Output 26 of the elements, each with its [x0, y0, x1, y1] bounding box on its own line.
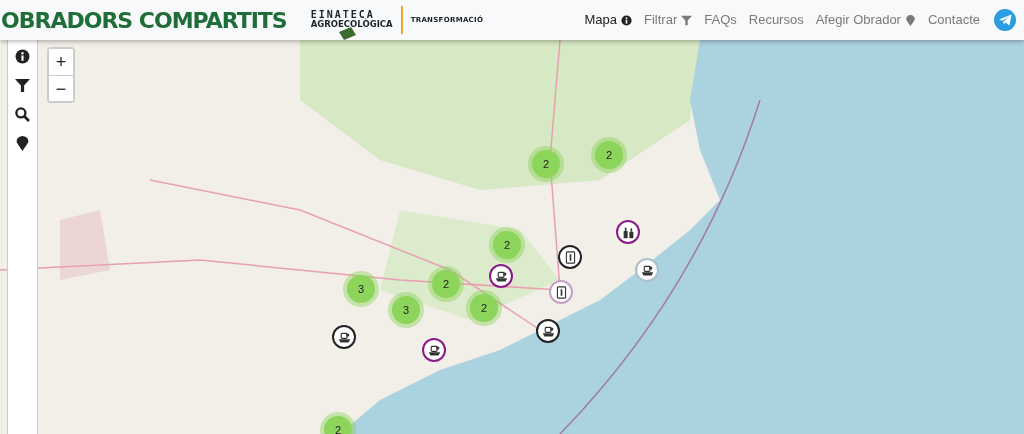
nav-link[interactable]: Afegir Obrador [809, 10, 922, 30]
food-tray-icon [541, 324, 555, 338]
logo-text: AGROECOLÒGICA [310, 20, 393, 30]
jar-icon [554, 285, 568, 299]
jar-icon [563, 250, 577, 264]
food-tray-icon [494, 269, 508, 283]
nav-link[interactable]: Recursos [742, 10, 810, 30]
nav-link[interactable]: Filtrar [638, 10, 699, 30]
nav-link[interactable]: Contacte [921, 10, 986, 30]
info-icon[interactable] [15, 49, 30, 64]
nav-link[interactable]: Mapa [578, 10, 639, 30]
search-icon[interactable] [15, 107, 30, 122]
food-tray-icon [337, 330, 351, 344]
filter-icon[interactable] [15, 78, 30, 93]
telegram-icon[interactable] [994, 9, 1016, 31]
filter-icon [681, 14, 693, 26]
pin-icon[interactable] [15, 136, 30, 151]
food-tray-icon [640, 263, 654, 277]
bottles-icon [621, 225, 635, 239]
food-tray-icon [427, 343, 441, 357]
brand-title[interactable]: OBRADORS COMPARTITS [1, 3, 287, 37]
logo-text: EINATECA [310, 10, 375, 21]
nav-link[interactable]: FAQs [698, 10, 743, 30]
zoom-out-button[interactable]: − [49, 75, 73, 101]
info-icon [621, 14, 633, 26]
pin-icon [904, 14, 916, 26]
